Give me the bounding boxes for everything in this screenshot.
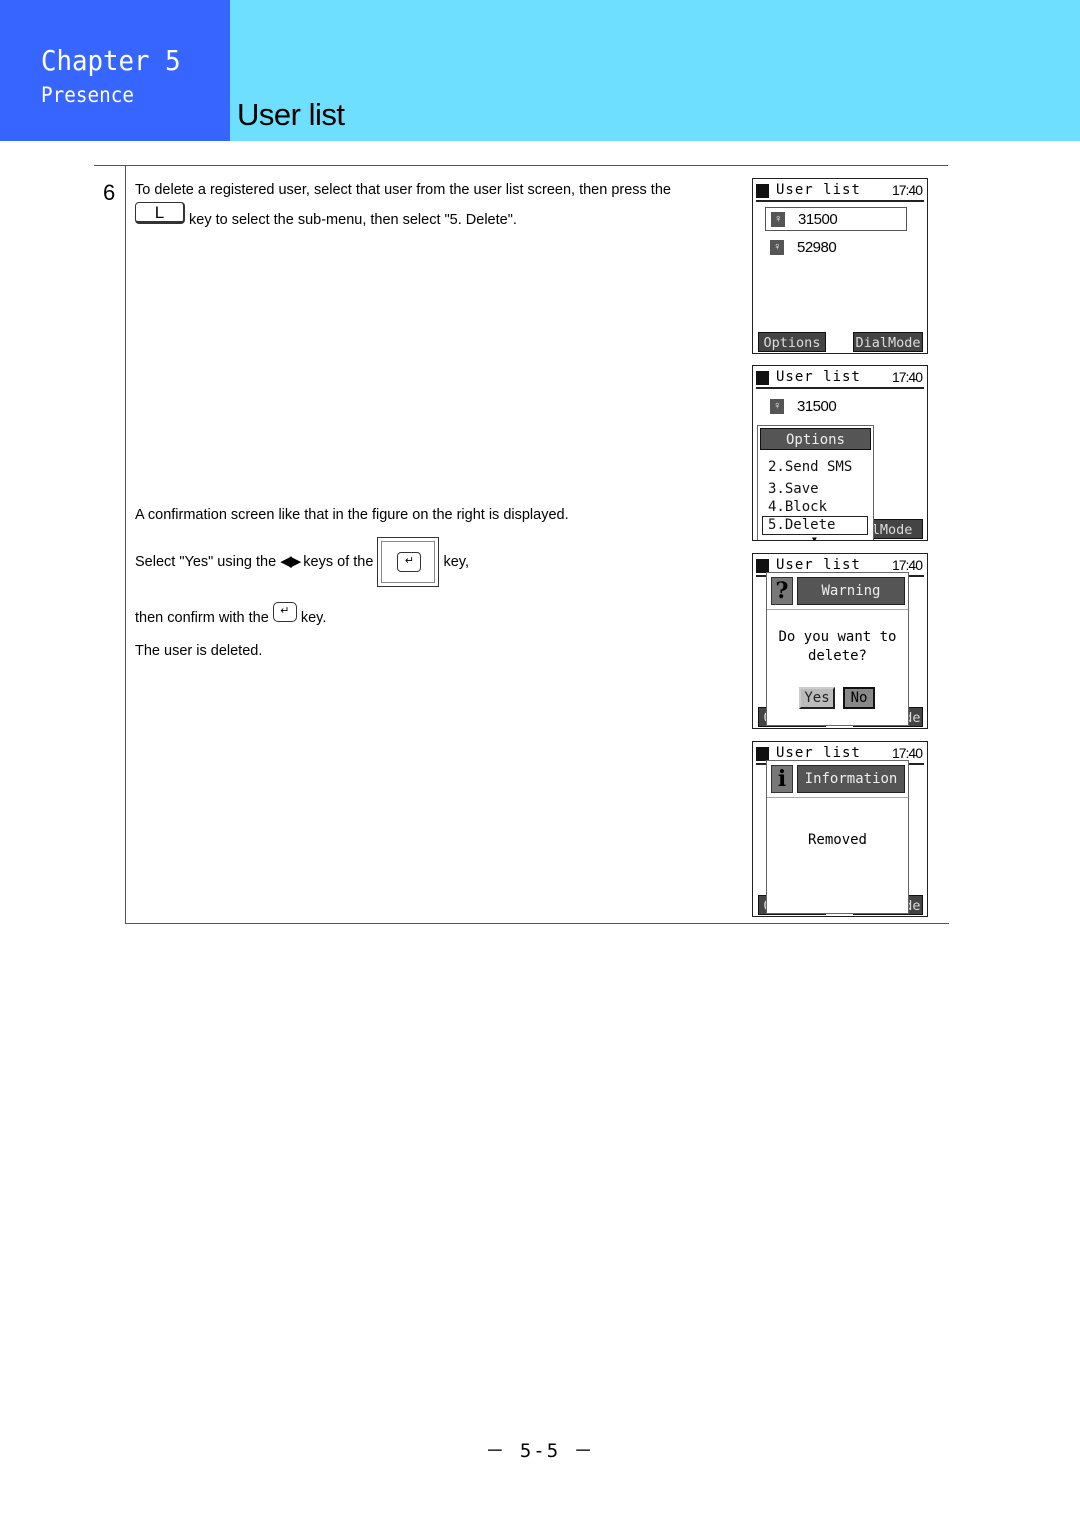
menu-item-send-sms[interactable]: 2.Send SMS <box>768 458 852 476</box>
dialog-message: Removed <box>807 832 867 848</box>
dialog-divider <box>767 797 908 798</box>
dialog-title: Information <box>797 765 905 793</box>
screen-title-bar: User list 17:40 <box>756 181 924 202</box>
no-button[interactable]: No <box>843 687 875 709</box>
user-number: 31500 <box>797 398 837 415</box>
user-number: 52980 <box>797 239 837 256</box>
chapter-banner: Chapter 5 Presence <box>0 0 230 141</box>
phone-screen-warning: User list 17:40 Options DialMode ? Warni… <box>752 553 928 729</box>
bulb-icon: ♀ <box>771 212 785 227</box>
intro-line-2-text: key to select the sub-menu, then select … <box>189 212 517 228</box>
menu-item-block[interactable]: 4.Block <box>768 498 827 516</box>
navigation-key-icon: ↵ <box>377 537 440 587</box>
options-softkey[interactable]: Options <box>758 332 826 352</box>
status-block-icon <box>756 559 769 573</box>
intro-line-1: To delete a registered user, select that… <box>135 182 671 198</box>
scroll-down-icon: ▼ <box>812 535 817 541</box>
table-bottom-rule <box>125 923 949 924</box>
menu-item-save[interactable]: 3.Save <box>768 480 819 498</box>
enter-key-icon: ↵ <box>272 602 297 622</box>
table-top-rule <box>94 165 948 166</box>
select-instruction: Select "Yes" using the ◀▶ keys of the ↵ … <box>135 537 469 587</box>
select-post-text: key, <box>443 554 470 570</box>
confirm-instruction: then confirm with the ↵ key. <box>135 602 327 628</box>
confirmation-text: A confirmation screen like that in the f… <box>135 507 569 523</box>
section-label: Presence <box>41 83 135 107</box>
information-dialog: i Information Removed <box>766 760 909 914</box>
dialog-divider <box>767 609 908 610</box>
confirm-post-text: key. <box>300 610 327 626</box>
dialog-title: Warning <box>797 577 905 605</box>
user-list-item[interactable]: ♀ 31500 <box>765 395 907 419</box>
user-list-item[interactable]: ♀ 52980 <box>765 236 907 260</box>
left-right-arrows-icon: ◀▶ <box>280 553 301 570</box>
screen-title-bar: User list 17:40 <box>756 368 924 389</box>
warning-dialog: ? Warning Do you want to delete? Yes No <box>766 572 909 726</box>
bulb-icon: ♀ <box>770 240 784 255</box>
user-list-item[interactable]: ♀ 31500 <box>765 207 907 231</box>
bulb-icon: ♀ <box>770 399 784 414</box>
phone-screen-user-list: User list 17:40 ♀ 31500 ♀ 52980 Options … <box>752 178 928 354</box>
status-block-icon <box>756 371 769 385</box>
page-title: User list <box>237 97 345 132</box>
table-vertical-rule <box>125 165 126 924</box>
phone-screen-options-menu: User list 17:40 ♀ 31500 alMode Options 2… <box>752 365 928 541</box>
status-block-icon <box>756 747 769 761</box>
title-banner <box>230 0 1080 141</box>
chapter-label: Chapter 5 <box>41 44 181 77</box>
screen-title: User list <box>776 369 861 385</box>
screen-title: User list <box>776 182 861 198</box>
intro-line-2: L key to select the sub-menu, then selec… <box>135 202 517 232</box>
dialmode-softkey[interactable]: DialMode <box>853 332 923 352</box>
screen-time: 17:40 <box>891 182 923 198</box>
select-mid-text: keys of the <box>303 554 374 570</box>
l-key-icon: L <box>135 202 185 224</box>
screen-time: 17:40 <box>891 369 923 385</box>
user-number: 31500 <box>798 211 838 228</box>
enter-glyph: ↵ <box>397 552 422 572</box>
options-menu: Options 2.Send SMS 3.Save 4.Block 5.Dele… <box>757 425 874 541</box>
result-text: The user is deleted. <box>135 643 263 659</box>
status-block-icon <box>756 184 769 198</box>
page-number: － 5-5 － <box>485 1440 595 1462</box>
menu-item-delete[interactable]: 5.Delete <box>762 516 868 535</box>
menu-title: Options <box>760 428 871 450</box>
phone-screen-information: User list 17:40 Options DialMode i Infor… <box>752 741 928 917</box>
yes-button[interactable]: Yes <box>799 687 835 709</box>
step-number: 6 <box>103 180 116 205</box>
select-pre-text: Select "Yes" using the <box>135 554 277 570</box>
confirm-pre-text: then confirm with the <box>135 610 269 626</box>
question-icon: ? <box>771 577 793 605</box>
info-icon: i <box>771 765 793 793</box>
dialog-message-line-2: delete? <box>807 648 867 664</box>
dialog-message-line-1: Do you want to <box>778 629 897 645</box>
